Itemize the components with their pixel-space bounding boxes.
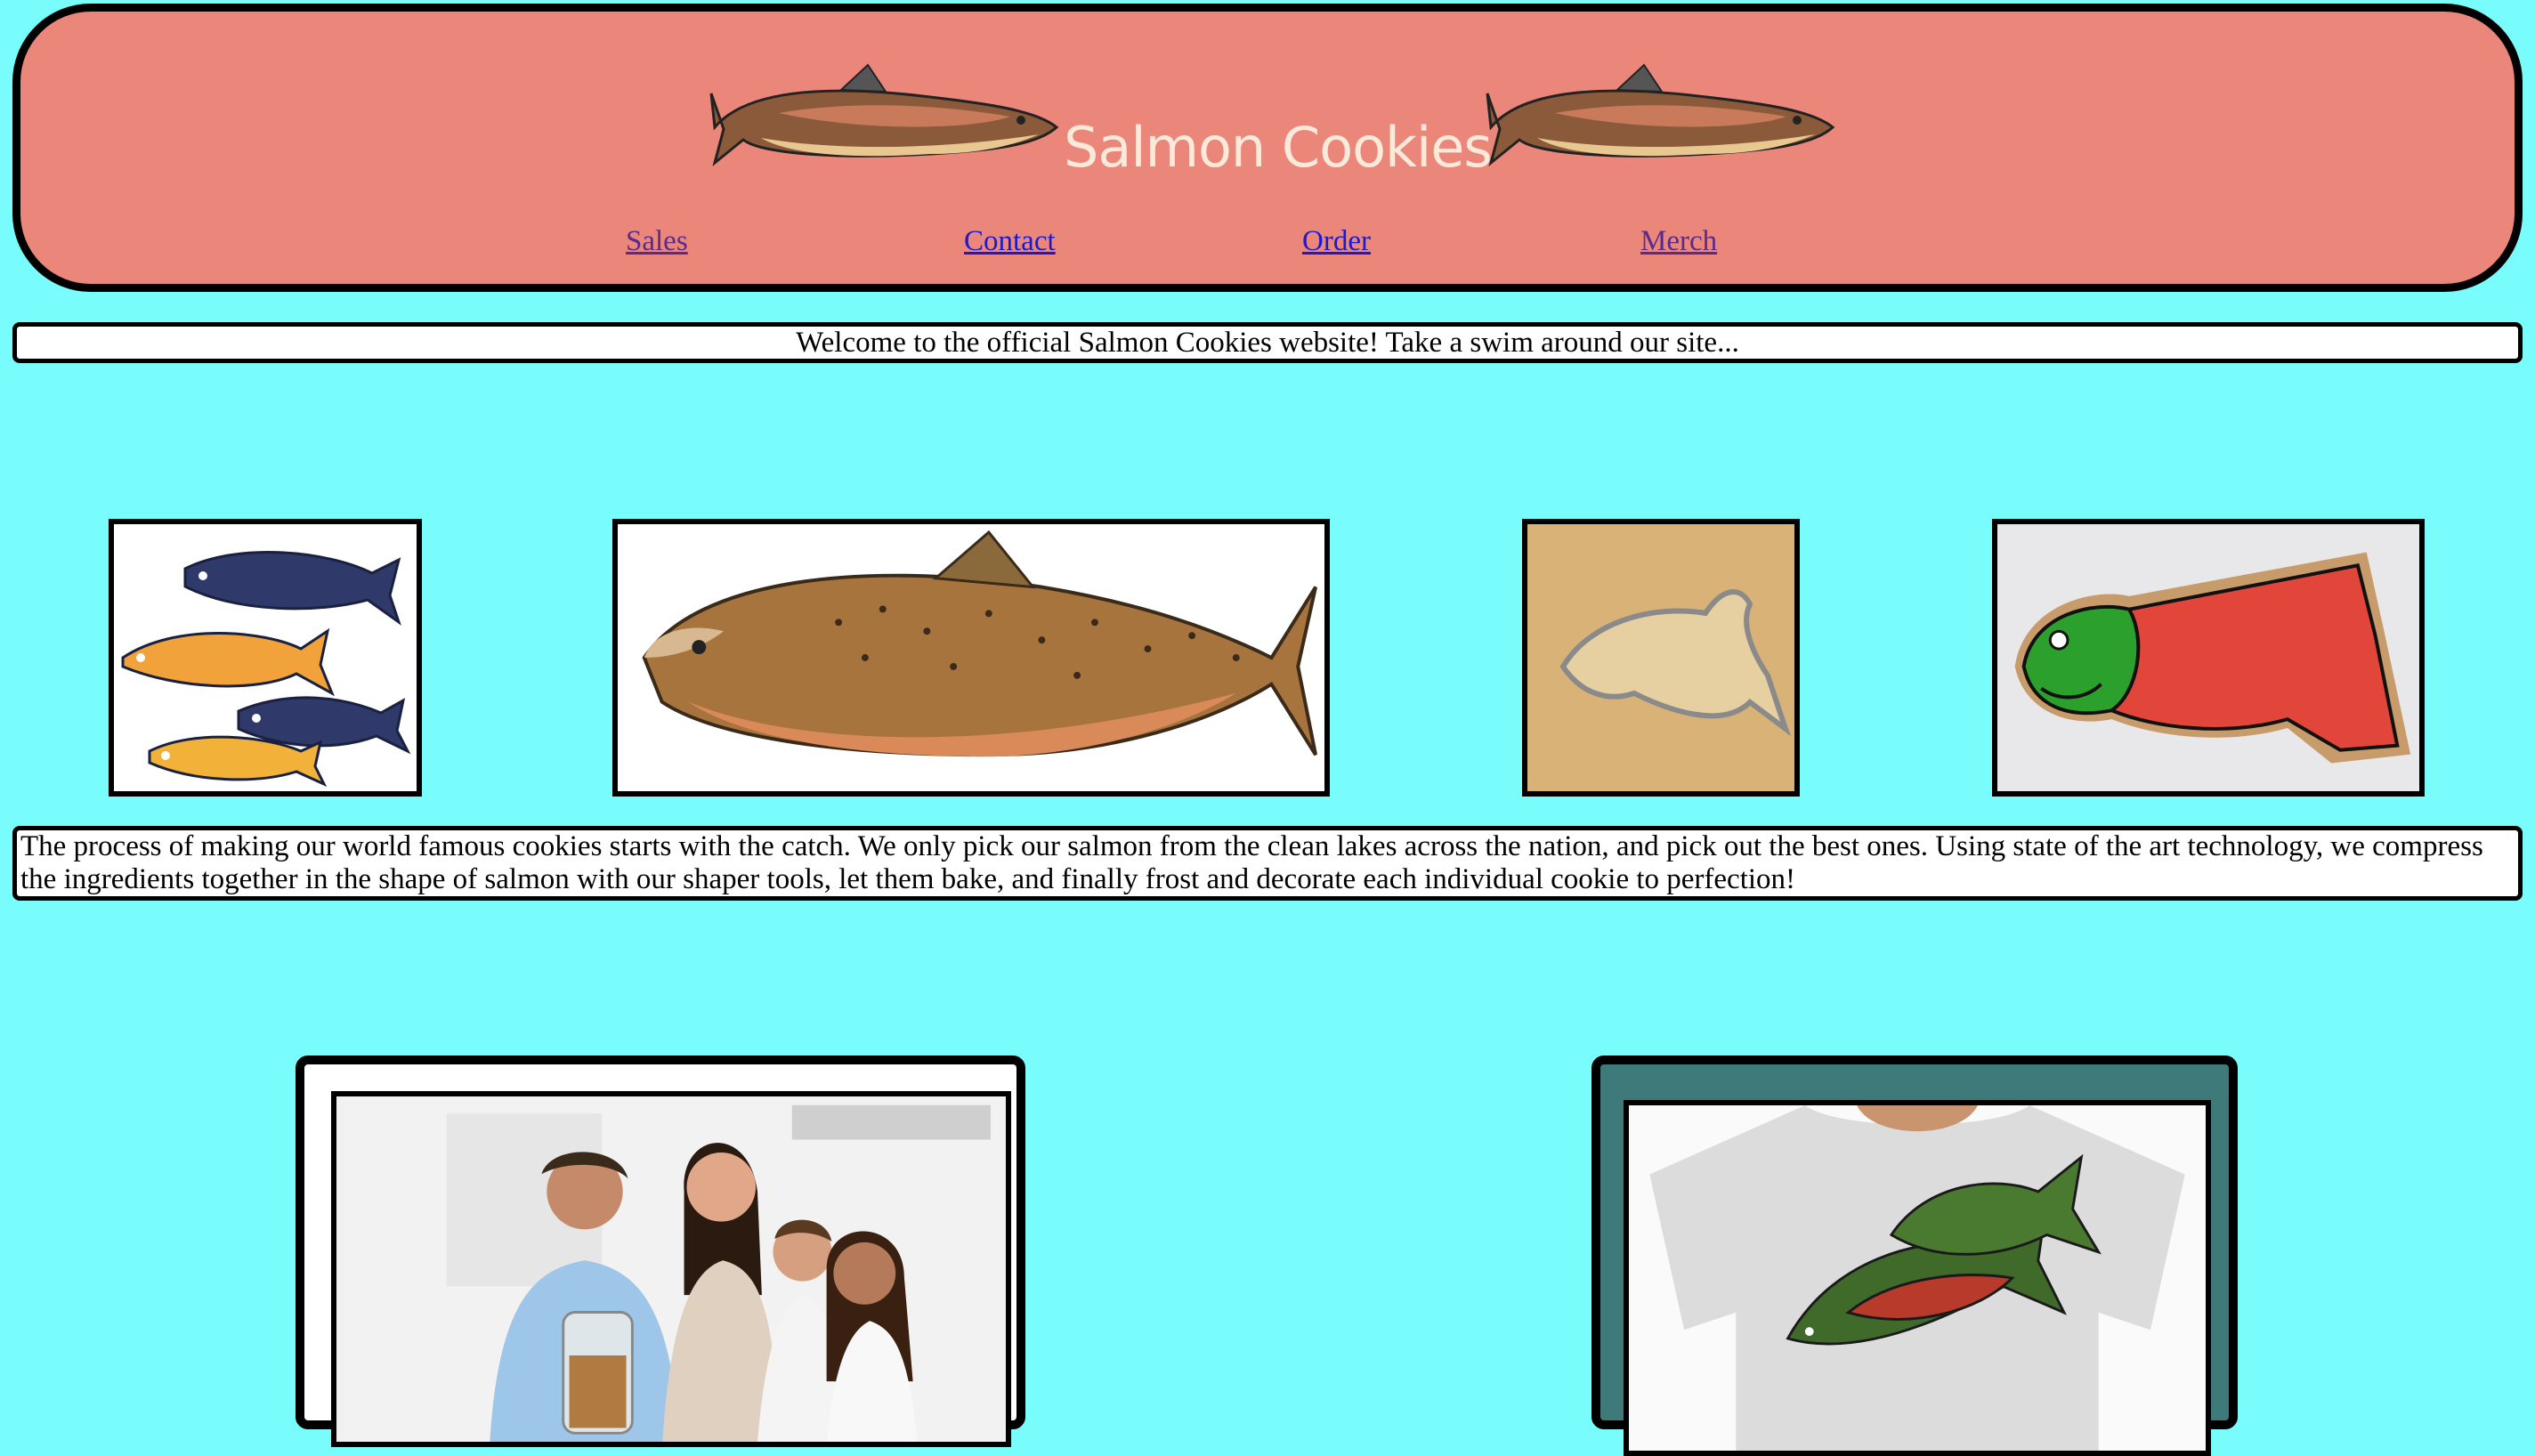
salmon-logo-icon xyxy=(709,63,1059,167)
frosted-salmon-cookie-image xyxy=(1992,519,2425,797)
salmon-illustration-image xyxy=(612,519,1330,797)
title-row: Salmon Cookies™ xyxy=(20,58,2515,191)
welcome-banner: Welcome to the official Salmon Cookies w… xyxy=(12,322,2523,363)
main-nav: Sales Contact Order Merch xyxy=(20,225,2515,270)
merch-card xyxy=(1591,1056,2238,1456)
family-with-cookies-image xyxy=(331,1091,1011,1447)
salmon-logo-icon xyxy=(1486,63,1835,167)
nav-link-merch[interactable]: Merch xyxy=(1640,225,1717,258)
cookie-cutter-image xyxy=(1522,519,1800,797)
salmon-tshirt-image xyxy=(1624,1100,2211,1456)
nav-link-contact[interactable]: Contact xyxy=(964,225,1056,258)
nav-link-order[interactable]: Order xyxy=(1302,225,1371,258)
cookie-process-description: The process of making our world famous c… xyxy=(12,826,2523,901)
fish-group-image xyxy=(109,519,422,797)
nav-link-sales[interactable]: Sales xyxy=(626,225,688,258)
site-header: Salmon Cookies™ Sales Contact Order Merc… xyxy=(12,4,2523,292)
family-card xyxy=(296,1056,1025,1447)
site-title: Salmon Cookies™ xyxy=(1064,115,1547,180)
